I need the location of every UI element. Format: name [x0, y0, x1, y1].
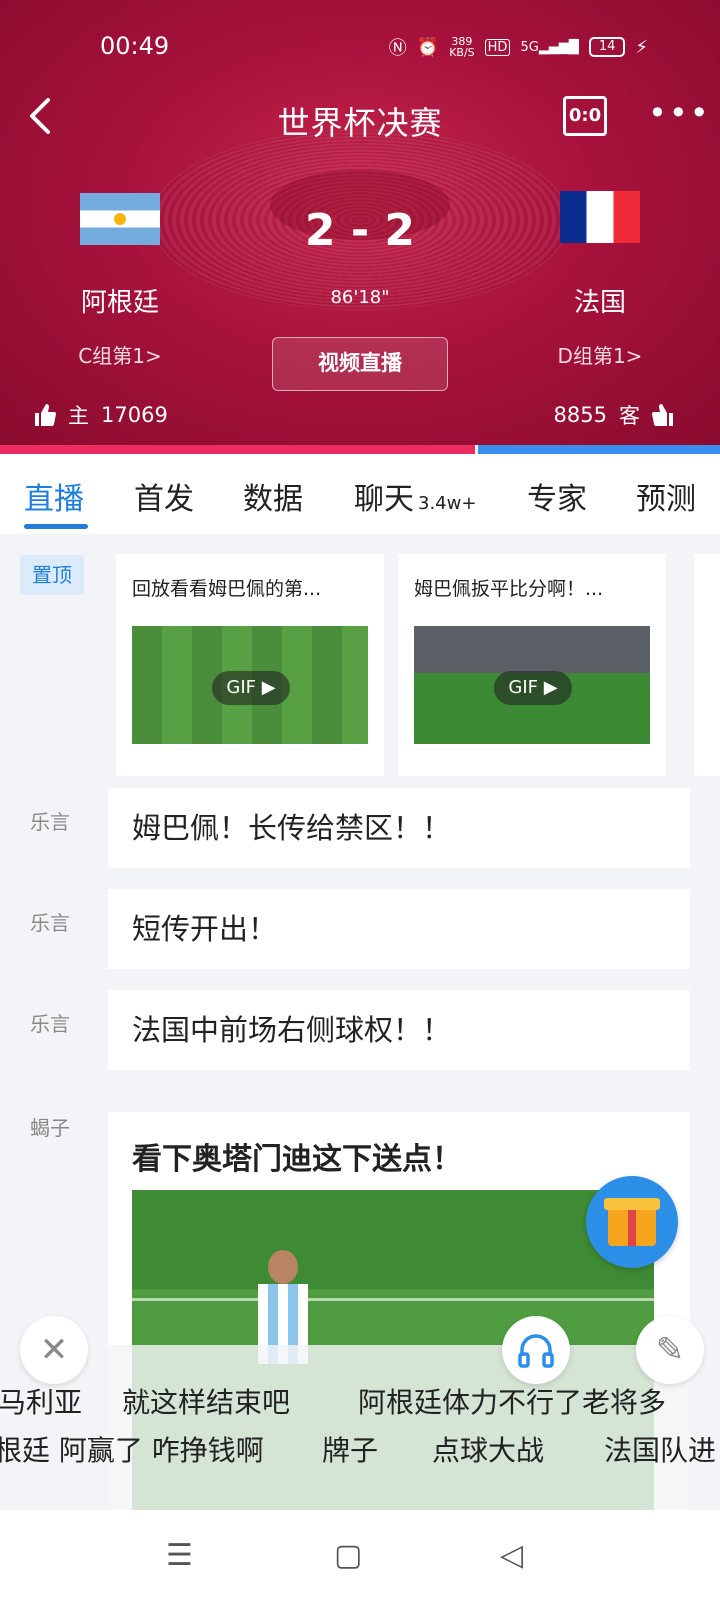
- home-group-link[interactable]: C组第1>: [30, 340, 210, 369]
- gif-thumbnail[interactable]: GIF ▶: [132, 626, 368, 744]
- active-tab-indicator: [24, 524, 88, 529]
- status-bar: 00:49 Ⓝ ⏰ 389 KB/S HD 5G▂▄▆█ 14 ⚡: [0, 28, 720, 62]
- gif-play-badge[interactable]: GIF ▶: [494, 671, 572, 705]
- thumbs-up-icon[interactable]: [652, 403, 674, 427]
- danmu-item[interactable]: 点球大战: [432, 1429, 544, 1469]
- danmu-item[interactable]: 马利亚: [0, 1381, 82, 1421]
- commentary-text: 姆巴佩！长传给禁区！！: [108, 788, 690, 868]
- commentary-text: 短传开出！: [108, 889, 690, 969]
- tab-label: 聊天: [354, 482, 414, 517]
- danmu-item[interactable]: 根廷 阿赢了 咋挣钱啊: [0, 1429, 264, 1469]
- net-speed-unit: KB/S: [449, 46, 475, 59]
- tab-label: 专家: [527, 482, 587, 517]
- headphones-icon[interactable]: [502, 1316, 570, 1384]
- page-title: 世界杯决赛: [277, 104, 443, 142]
- commentator-name: 乐言: [30, 911, 70, 935]
- away-vote-bar: [478, 445, 720, 454]
- commentator-name: 蝎子: [30, 1116, 70, 1140]
- home-vote-label: 主: [68, 404, 89, 428]
- match-header: 00:49 Ⓝ ⏰ 389 KB/S HD 5G▂▄▆█ 14 ⚡ 世界杯决赛 …: [0, 0, 720, 445]
- away-vote-count: 8855: [553, 403, 607, 427]
- more-icon[interactable]: •••: [648, 94, 711, 132]
- home-vote[interactable]: 主 17069: [34, 400, 168, 430]
- close-icon[interactable]: ✕: [20, 1316, 88, 1384]
- away-vote[interactable]: 8855 客: [554, 400, 674, 430]
- argentina-flag-icon[interactable]: [80, 193, 160, 245]
- gift-icon[interactable]: [586, 1176, 678, 1268]
- video-live-button[interactable]: 视频直播: [272, 337, 448, 391]
- away-team-name[interactable]: 法国: [520, 282, 680, 319]
- tab-live[interactable]: 直播: [24, 474, 84, 518]
- tab-lineup[interactable]: 首发: [134, 474, 194, 518]
- edit-icon[interactable]: ✎: [636, 1316, 704, 1384]
- commentator-name: 乐言: [30, 1012, 70, 1036]
- post-title: 看下奥塔门迪这下送点！: [132, 1142, 462, 1177]
- pitch-line: [132, 1298, 654, 1301]
- tab-predict[interactable]: 预测: [636, 474, 696, 518]
- back-nav-icon[interactable]: ◁: [500, 1538, 523, 1573]
- signal-icon: 5G▂▄▆█: [520, 39, 579, 55]
- pinned-card[interactable]: 回放看看姆巴佩的第... GIF ▶: [116, 554, 384, 776]
- france-flag-icon[interactable]: [560, 191, 640, 243]
- network-speed: 389 KB/S: [449, 36, 474, 58]
- alarm-icon: ⏰: [416, 36, 440, 58]
- player-figure: [252, 1250, 312, 1364]
- away-vote-label: 客: [619, 404, 640, 428]
- card-title: 回放看看姆巴佩的第...: [132, 578, 322, 600]
- thumbs-up-icon[interactable]: [34, 403, 56, 427]
- headphones-glyph: [518, 1334, 554, 1368]
- menu-icon[interactable]: ☰: [166, 1538, 193, 1573]
- hd-icon: HD: [484, 38, 511, 56]
- tab-chat[interactable]: 聊天 3.4w+: [354, 474, 476, 518]
- danmu-overlay: 马利亚 就这样结束吧 阿根廷体力不行了老将多 根廷 阿赢了 咋挣钱啊 牌子 点球…: [0, 1345, 720, 1510]
- gif-play-badge[interactable]: GIF ▶: [212, 671, 290, 705]
- signal-label: 5G: [520, 39, 539, 55]
- tab-label: 预测: [636, 482, 696, 517]
- tab-label: 首发: [134, 482, 194, 517]
- gif-thumbnail[interactable]: GIF ▶: [414, 626, 650, 744]
- nfc-icon: Ⓝ: [388, 38, 407, 59]
- home-vote-count: 17069: [101, 403, 168, 427]
- card-title: 姆巴佩扳平比分啊！...: [414, 578, 604, 600]
- tab-label: 直播: [24, 482, 84, 517]
- away-group-link[interactable]: D组第1>: [510, 340, 690, 369]
- home-team-name[interactable]: 阿根廷: [40, 282, 200, 319]
- status-icons: Ⓝ ⏰ 389 KB/S HD 5G▂▄▆█ 14 ⚡: [389, 34, 648, 60]
- home-icon[interactable]: ▢: [334, 1538, 362, 1573]
- charging-icon: ⚡: [635, 36, 648, 58]
- tab-experts[interactable]: 专家: [527, 474, 587, 518]
- match-score: 2 - 2: [304, 205, 416, 256]
- tab-stats[interactable]: 数据: [243, 474, 303, 518]
- scoreboard-icon[interactable]: 0:0: [563, 96, 607, 136]
- tab-label: 数据: [243, 482, 303, 517]
- system-navigation-bar: ☰ ▢ ◁: [0, 1510, 720, 1600]
- clock: 00:49: [100, 32, 170, 60]
- commentator-name: 乐言: [30, 810, 70, 834]
- danmu-item[interactable]: 就这样结束吧: [122, 1381, 290, 1421]
- commentary-text: 法国中前场右侧球权！！: [108, 990, 690, 1070]
- tab-bar: 直播 首发 数据 聊天 3.4w+ 专家 预测: [0, 454, 720, 534]
- pinned-card[interactable]: 姆巴佩扳平比分啊！... GIF ▶: [398, 554, 666, 776]
- pinned-card-peek[interactable]: [694, 554, 720, 776]
- danmu-item[interactable]: 牌子: [322, 1429, 378, 1469]
- home-vote-bar: [0, 445, 476, 454]
- chat-count-badge: 3.4w+: [418, 493, 477, 514]
- nav-bar: 世界杯决赛 0:0 •••: [0, 92, 720, 142]
- battery-icon: 14: [588, 37, 626, 57]
- pinned-tag: 置顶: [20, 555, 84, 595]
- danmu-item[interactable]: 阿根廷体力不行了老将多: [358, 1381, 666, 1421]
- match-time: 86'18": [330, 287, 390, 308]
- vote-ratio-bar: [0, 445, 720, 454]
- danmu-item[interactable]: 法国队进: [604, 1429, 716, 1469]
